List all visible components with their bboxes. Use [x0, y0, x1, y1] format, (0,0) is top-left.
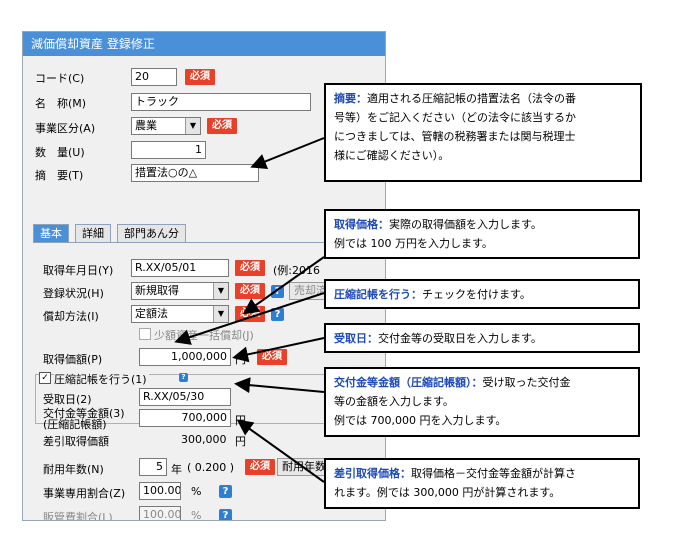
callout-net: 差引取得価格：取得価格－交付金等金額が計算さ れます。例では 300,000 円… [324, 458, 640, 509]
callout-compression: 圧縮記帳を行う：チェックを付けます。 [324, 279, 640, 309]
callout-summary-line: 様にご確認ください）。 [334, 149, 450, 162]
callout-receipt-line: 交付金等の受取日を入力します。 [378, 332, 542, 345]
callout-summary-line: につきましては、管轄の税務署または関与税理士 [334, 130, 576, 143]
arrow-grant [234, 377, 325, 394]
arrow-net [236, 419, 325, 483]
arrow-receipt [232, 337, 325, 363]
callout-summary-line: 号等）をご記入ください（どの法令に該当するか [334, 111, 576, 124]
callout-acq-price-line: 実際の取得価額を入力します。 [389, 218, 542, 231]
callout-compression-title: 圧縮記帳を行う： [334, 288, 422, 301]
callout-grant: 交付金等金額（圧縮記帳額）：受け取った交付金 等の金額を入力します。 例では 7… [324, 367, 640, 437]
callout-net-line: れます。例では 300,000 円が計算されます。 [334, 486, 561, 499]
callout-acq-price-title: 取得価格： [334, 218, 389, 231]
callout-grant-line: 受け取った交付金 [482, 376, 571, 389]
arrow-acq-price [242, 256, 325, 315]
arrow-summary [250, 137, 325, 169]
callout-compression-line: チェックを付けます。 [422, 288, 531, 301]
callout-summary: 摘要：適用される圧縮記帳の措置法名（法令の番 号等）をご記入ください（どの法令に… [324, 83, 642, 182]
callout-summary-line: 適用される圧縮記帳の措置法名（法令の番 [367, 92, 576, 105]
arrow-compression [174, 292, 325, 345]
callout-net-line: 取得価格－交付金等金額が計算さ [411, 467, 576, 480]
callout-net-title: 差引取得価格： [334, 467, 411, 480]
callout-receipt-title: 受取日： [334, 332, 378, 345]
callout-acq-price: 取得価格：実際の取得価額を入力します。 例では 100 万円を入力します。 [324, 209, 640, 259]
callout-receipt: 受取日：交付金等の受取日を入力します。 [324, 323, 640, 353]
callout-grant-line: 等の金額を入力します。 [334, 395, 454, 408]
callout-grant-line: 例では 700,000 円を入力します。 [334, 414, 507, 427]
callout-acq-price-line: 例では 100 万円を入力します。 [334, 237, 493, 250]
callout-summary-title: 摘要： [334, 92, 367, 105]
callout-grant-title: 交付金等金額（圧縮記帳額）： [334, 376, 483, 389]
